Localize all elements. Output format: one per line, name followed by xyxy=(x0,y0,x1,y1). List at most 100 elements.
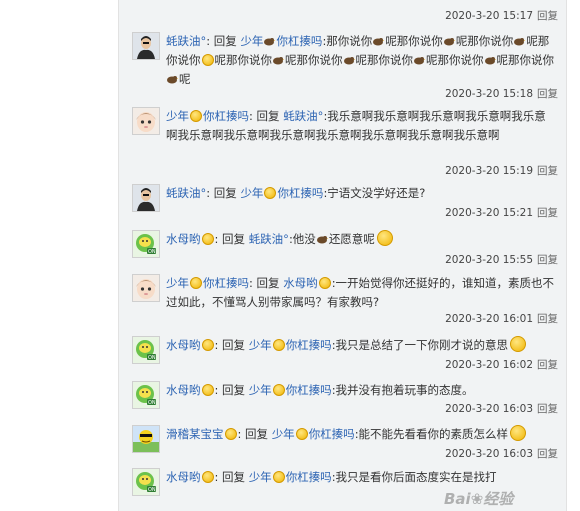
message-text: 呢那你说你 xyxy=(214,53,273,67)
author-link[interactable]: 少年 你杠揍吗 xyxy=(166,109,249,123)
avatar[interactable] xyxy=(132,274,160,302)
timestamp: 2020-3-20 15:55 xyxy=(445,254,533,266)
target-suffix: 你杠揍吗 xyxy=(285,470,332,484)
smiley-emoji-icon xyxy=(295,428,308,440)
message-text: :那你说你 xyxy=(322,34,373,48)
svg-text:ON: ON xyxy=(148,400,156,406)
reply-link[interactable]: 回复 xyxy=(537,254,558,266)
bird-emoji-icon xyxy=(316,236,328,244)
author-link[interactable]: 水母哟 xyxy=(166,383,215,397)
smiley-emoji-icon xyxy=(201,471,214,483)
bird-emoji-icon xyxy=(443,38,455,46)
timestamp-row: 2020-3-20 16:03 回复 xyxy=(445,401,558,416)
avatar[interactable] xyxy=(132,184,160,212)
target-user-link[interactable]: 少年 你杠揍吗 xyxy=(249,383,332,397)
target-user-link[interactable]: 少年 你杠揍吗 xyxy=(249,470,332,484)
target-suffix: 你杠揍吗 xyxy=(277,186,324,200)
author-link[interactable]: 蚝趺油° xyxy=(166,34,206,48)
target-user-link[interactable]: 少年 你杠揍吗 xyxy=(249,338,332,352)
message-text: :宁语文没学好还是? xyxy=(323,186,426,200)
author-name: 少年 xyxy=(166,276,189,290)
timestamp: 2020-3-20 15:19 xyxy=(445,165,533,177)
author-name: 水母哟 xyxy=(166,338,201,352)
reply-word: 回复 xyxy=(222,383,246,397)
reply-link[interactable]: 回复 xyxy=(537,10,558,22)
message-text: :能不能先看看你的素质怎么样 xyxy=(354,427,509,441)
message-text: 还愿意呢 xyxy=(328,232,375,246)
message-text: :我只是看你后面态度实在是找打 xyxy=(331,470,497,484)
bird-emoji-icon xyxy=(414,57,425,65)
smiley-emoji-icon xyxy=(272,384,285,396)
avatar[interactable]: ON xyxy=(132,230,160,258)
smiley-emoji-icon xyxy=(272,471,285,483)
grin-emoji-icon xyxy=(510,425,527,441)
target-suffix: 你杠揍吗 xyxy=(285,383,332,397)
target-suffix: 你杠揍吗 xyxy=(285,338,332,352)
target-user-link[interactable]: 少年 你杠揍吗 xyxy=(240,34,322,48)
target-user-link[interactable]: 蚝趺油° xyxy=(249,232,289,246)
reply-word: 回复 xyxy=(222,338,246,352)
target-name: 少年 xyxy=(240,34,264,48)
author-link[interactable]: 滑稽某宝宝 xyxy=(166,427,238,441)
timestamp: 2020-3-20 15:18 xyxy=(445,88,533,100)
author-link[interactable]: 水母哟 xyxy=(166,338,215,352)
watermark-brand: Bai xyxy=(444,490,471,508)
target-user-link[interactable]: 蚝趺油° xyxy=(283,109,323,123)
reply-link[interactable]: 回复 xyxy=(537,88,558,100)
reply-link[interactable]: 回复 xyxy=(537,207,558,219)
author-link[interactable]: 少年 你杠揍吗 xyxy=(166,276,249,290)
avatar[interactable] xyxy=(132,107,160,135)
target-name: 少年 xyxy=(248,383,272,397)
smiley-emoji-icon xyxy=(201,54,214,66)
author-link[interactable]: 水母哟 xyxy=(166,470,215,484)
target-name: 少年 xyxy=(240,186,264,200)
smiley-emoji-icon xyxy=(224,428,237,440)
bird-emoji-icon xyxy=(167,76,178,84)
avatar[interactable]: ON xyxy=(132,468,160,496)
grin-emoji-icon xyxy=(510,336,527,352)
bird-emoji-icon xyxy=(514,38,526,46)
target-suffix: 你杠揍吗 xyxy=(308,427,355,441)
reply-word: 回复 xyxy=(222,232,246,246)
target-user-link[interactable]: 少年 你杠揍吗 xyxy=(272,427,355,441)
author-name: 水母哟 xyxy=(166,383,201,397)
message-text: 呢那你说你 xyxy=(285,53,343,67)
timestamp: 2020-3-20 16:03 xyxy=(445,403,533,415)
timestamp-row: 2020-3-20 16:03 回复 xyxy=(445,446,558,461)
timestamp: 2020-3-20 16:01 xyxy=(445,313,533,325)
reply-word: 回复 xyxy=(256,276,280,290)
svg-text:ON: ON xyxy=(148,355,156,361)
avatar[interactable] xyxy=(132,425,160,453)
reply-link[interactable]: 回复 xyxy=(537,403,558,415)
avatar[interactable] xyxy=(132,32,160,60)
message-text: 呢那你说你 xyxy=(455,34,514,48)
target-user-link[interactable]: 少年 你杠揍吗 xyxy=(240,186,323,200)
timestamp-row: 2020-3-20 15:55 回复 xyxy=(445,252,558,267)
author-name: 少年 xyxy=(166,109,189,123)
smiley-emoji-icon xyxy=(318,277,331,289)
target-user-link[interactable]: 水母哟 xyxy=(283,276,332,290)
reply-link[interactable]: 回复 xyxy=(537,313,558,325)
reply-link[interactable]: 回复 xyxy=(537,359,558,371)
author-suffix: 你杠揍吗 xyxy=(203,109,249,123)
reply-list-panel: 2020-3-20 15:17 回复 蚝趺油°: 回复 少年 你杠揍吗:那你说你 呢那… xyxy=(118,0,567,511)
author-name: 水母哟 xyxy=(166,470,201,484)
author-link[interactable]: 水母哟 xyxy=(166,232,215,246)
reply-link[interactable]: 回复 xyxy=(537,165,558,177)
reply-link[interactable]: 回复 xyxy=(537,448,558,460)
avatar[interactable]: ON xyxy=(132,336,160,364)
timestamp: 2020-3-20 15:17 xyxy=(445,10,533,22)
smiley-emoji-icon xyxy=(264,187,277,199)
message-text: 呢那你说你 xyxy=(426,53,484,67)
timestamp-row: 2020-3-20 15:19 回复 xyxy=(445,163,558,178)
svg-text:ON: ON xyxy=(148,249,156,255)
target-name: 少年 xyxy=(248,470,272,484)
author-link[interactable]: 蚝趺油° xyxy=(166,186,206,200)
timestamp-row: 2020-3-20 16:02 回复 xyxy=(445,357,558,372)
avatar[interactable]: ON xyxy=(132,381,160,409)
author-name: 滑稽某宝宝 xyxy=(166,427,224,441)
bird-emoji-icon xyxy=(343,57,355,65)
target-name: 少年 xyxy=(271,427,295,441)
reply-word: 回复 xyxy=(256,109,280,123)
message-text: 呢那你说你 xyxy=(496,53,555,67)
